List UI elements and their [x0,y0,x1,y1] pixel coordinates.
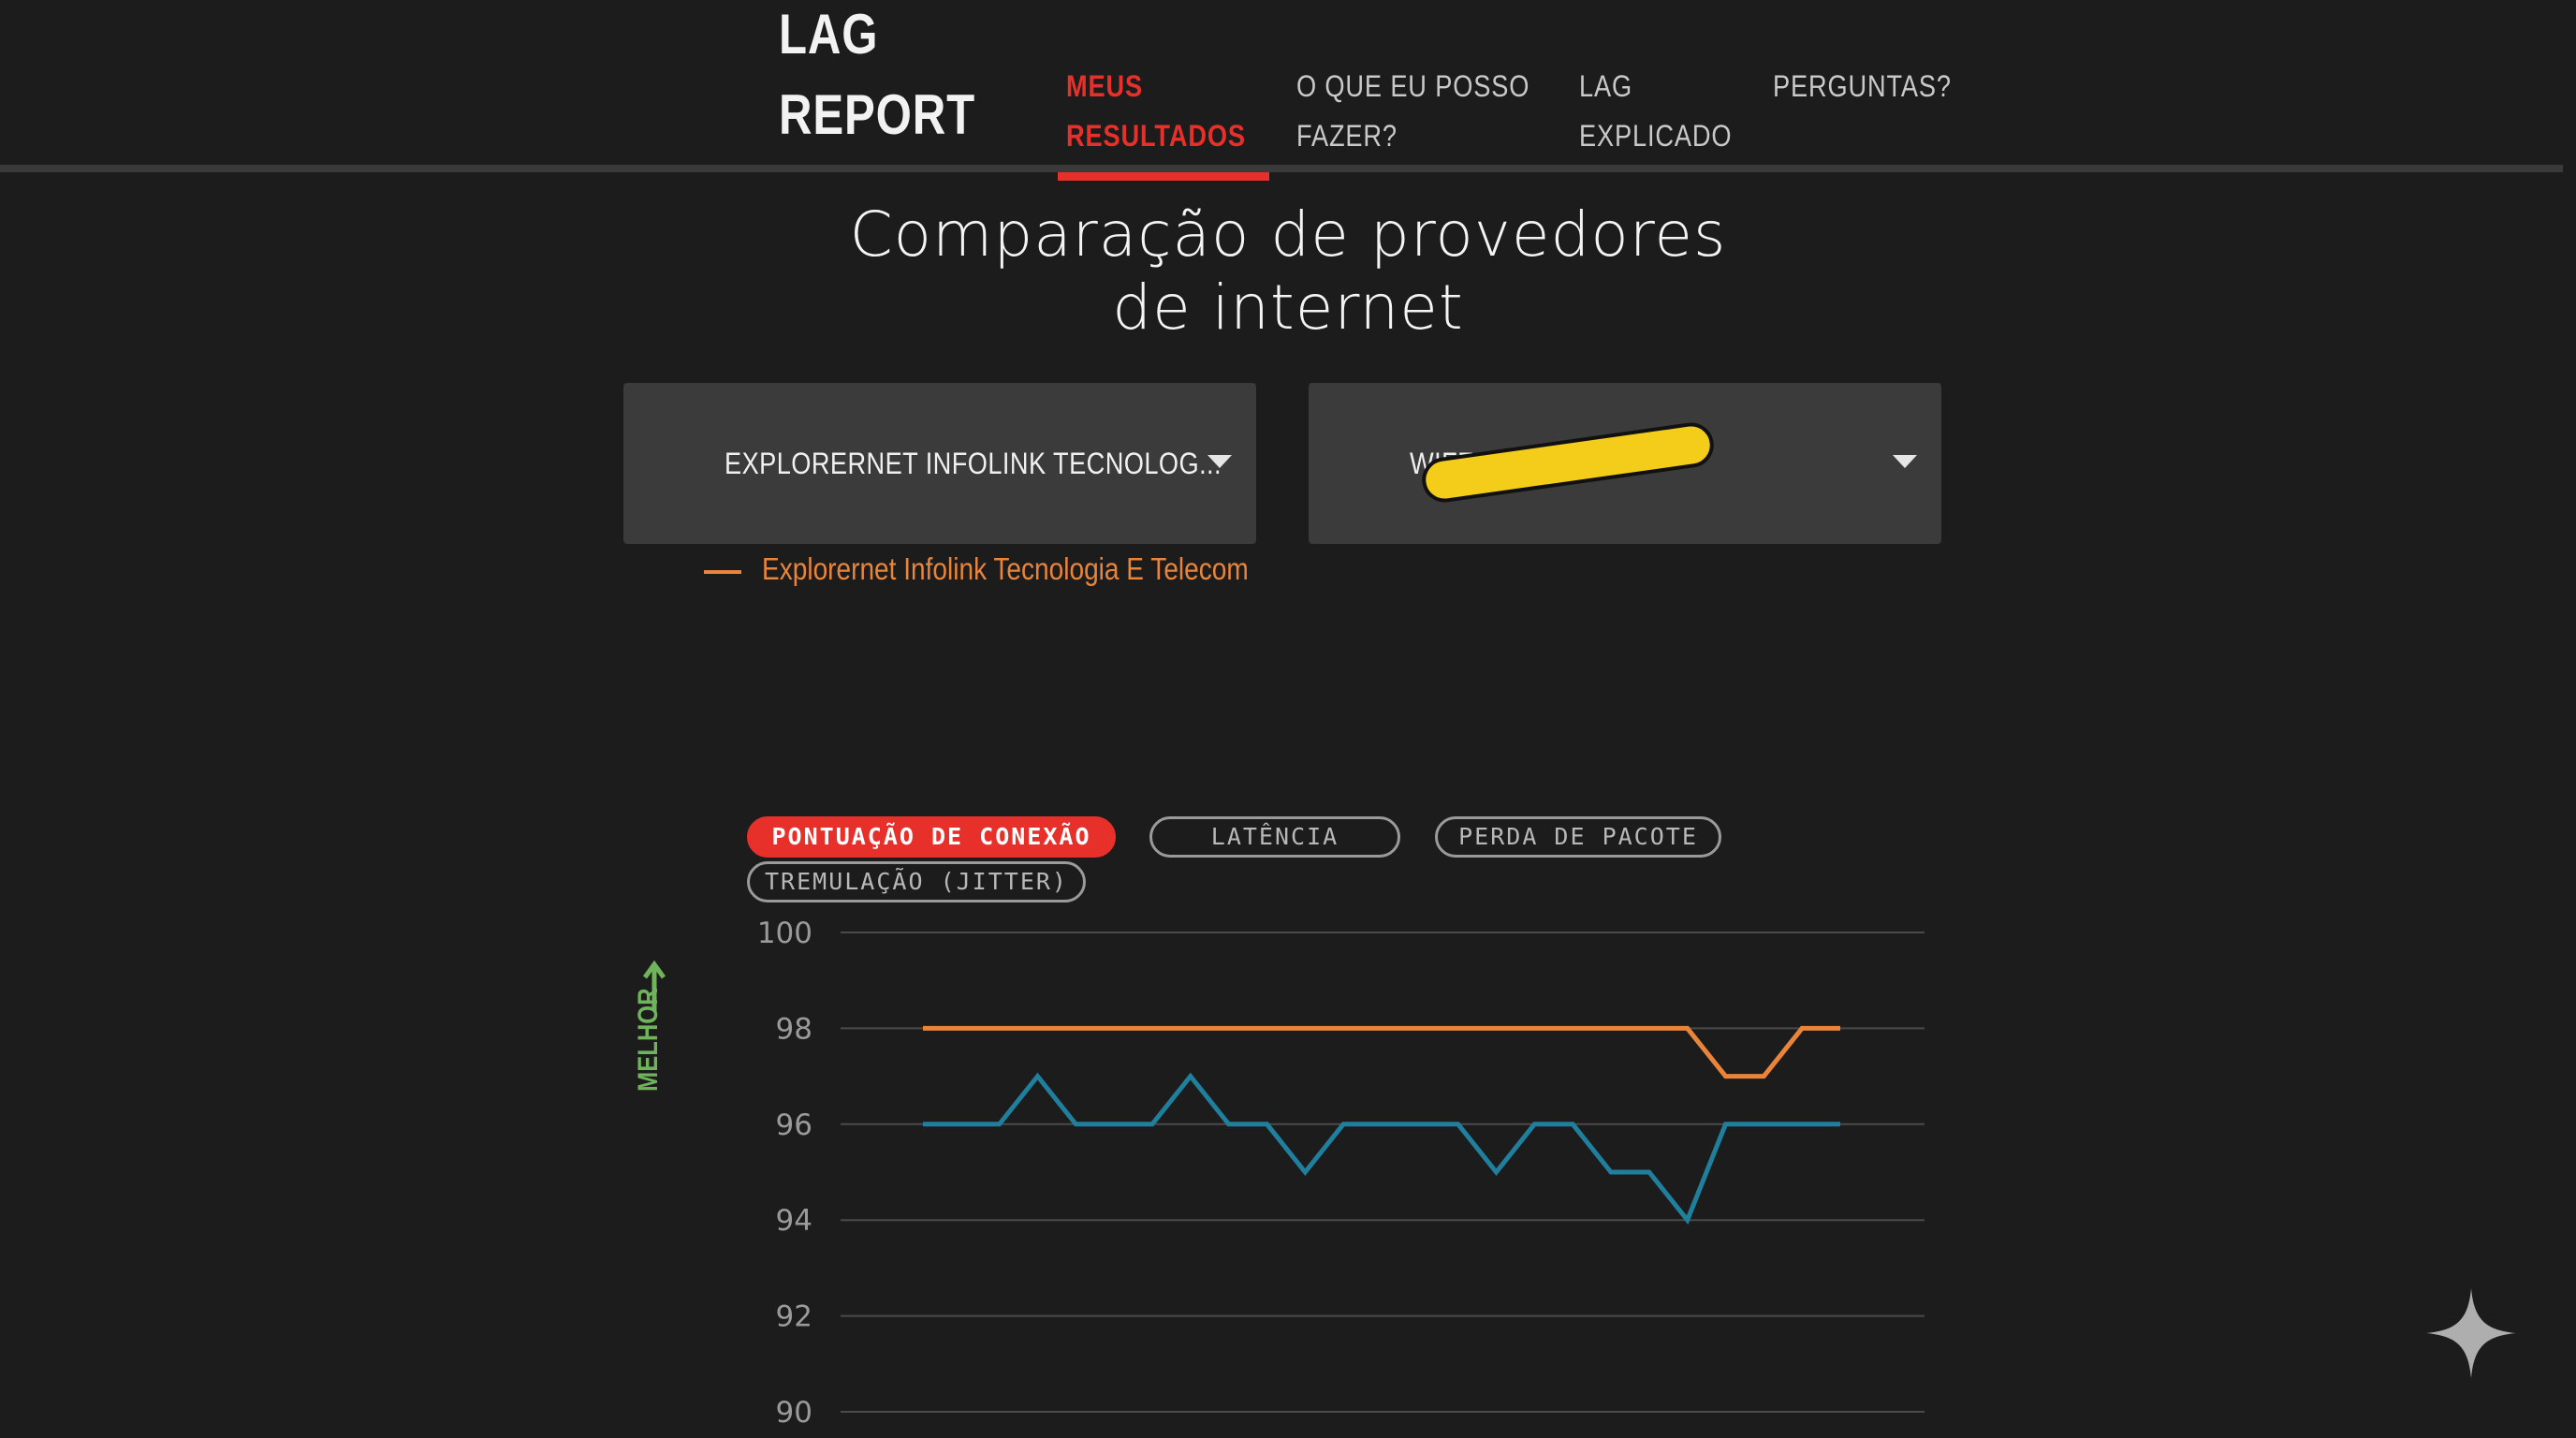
y-tick-label: 100 [757,917,812,950]
series-line-1 [923,1025,1840,1079]
y-tick-label: 96 [776,1108,812,1142]
y-tick-label: 90 [776,1396,812,1430]
y-tick-label: 94 [776,1204,812,1238]
y-tick-label: 92 [776,1300,812,1334]
series-line-2 [923,1072,1840,1225]
chart-grid [841,932,1925,1413]
sparkle-icon [2426,1288,2516,1378]
chart-y-ticks: 100 98 96 94 92 90 [757,917,812,1430]
page-root: LAG REPORT MEUS RESULTADOS O QUE EU POSS… [0,0,2576,1438]
connection-score-chart: 100 98 96 94 92 90 [757,917,1925,1430]
y-tick-label: 98 [776,1012,812,1046]
